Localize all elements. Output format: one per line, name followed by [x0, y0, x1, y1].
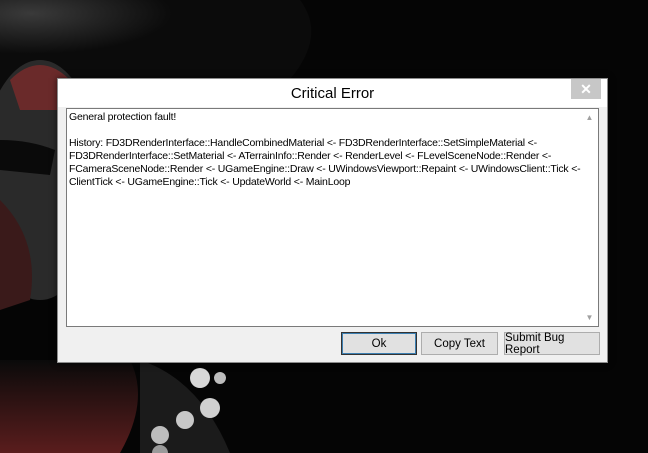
vertical-scrollbar[interactable]: ▲ ▼: [581, 109, 598, 326]
title-bar[interactable]: Critical Error ✕: [58, 79, 607, 107]
critical-error-dialog: Critical Error ✕ General protection faul…: [57, 78, 608, 363]
copy-text-button[interactable]: Copy Text: [421, 332, 498, 355]
dialog-title: Critical Error: [290, 85, 375, 102]
ok-button[interactable]: Ok: [341, 332, 417, 355]
scroll-up-arrow-icon[interactable]: ▲: [581, 109, 598, 126]
submit-bug-report-button[interactable]: Submit Bug Report: [504, 332, 600, 356]
close-icon: ✕: [580, 80, 592, 97]
error-message-text: General protection fault! History: FD3DR…: [69, 111, 581, 188]
scroll-down-arrow-icon[interactable]: ▼: [581, 309, 598, 326]
error-message-box[interactable]: General protection fault! History: FD3DR…: [66, 108, 599, 327]
close-button[interactable]: ✕: [571, 79, 601, 99]
